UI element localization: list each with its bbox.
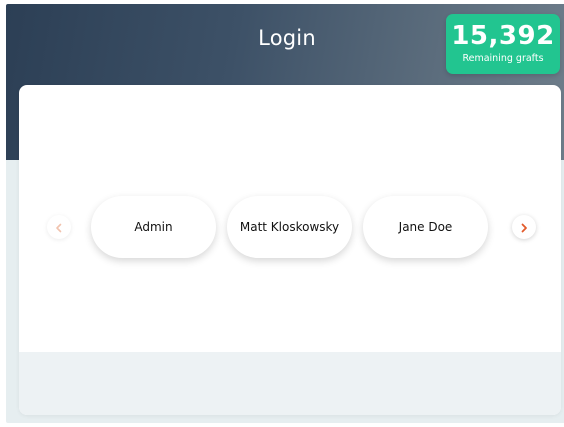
- login-card: Admin Matt Kloskowsky Jane Doe: [19, 85, 561, 415]
- user-option-jane-doe[interactable]: Jane Doe: [363, 196, 488, 258]
- app-frame: Login 15,392 Remaining grafts Admin Matt…: [6, 4, 564, 423]
- remaining-grafts-label: Remaining grafts: [462, 53, 544, 64]
- remaining-grafts-value: 15,392: [451, 21, 555, 51]
- carousel-next-button[interactable]: [512, 215, 536, 239]
- carousel-prev-button[interactable]: [47, 215, 71, 239]
- user-option-label: Admin: [134, 220, 173, 234]
- chevron-left-icon: [54, 218, 64, 237]
- user-option-label: Jane Doe: [398, 220, 453, 234]
- user-option-matt-kloskowsky[interactable]: Matt Kloskowsky: [227, 196, 352, 258]
- user-option-label: Matt Kloskowsky: [239, 220, 340, 234]
- user-carousel: Admin Matt Kloskowsky Jane Doe: [19, 196, 561, 260]
- remaining-grafts-badge: 15,392 Remaining grafts: [446, 14, 560, 74]
- user-option-admin[interactable]: Admin: [91, 196, 216, 258]
- chevron-right-icon: [519, 218, 529, 237]
- card-footer: [19, 352, 561, 415]
